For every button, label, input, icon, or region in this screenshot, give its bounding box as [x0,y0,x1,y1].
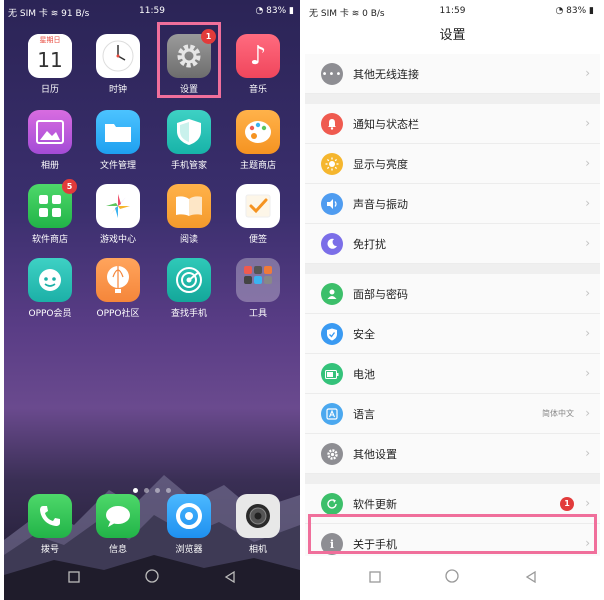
setting-face-password[interactable]: 面部与密码 › [305,274,600,314]
clock-icon [96,34,140,78]
home-screen: 无 SIM 卡 ≋ 91 B/s 11:59 ◔ 83% ▮ 星期日 11 日历… [4,0,300,600]
page-title: 设置 [439,28,466,43]
settings-list: ••• 其他无线连接 › 通知与状态栏 › 显示与亮度 › 声音与振动 › 免打… [305,54,600,564]
phone-icon [28,494,72,538]
store-badge: 5 [62,179,77,194]
more-dots-icon: ••• [321,63,343,85]
face-lock-icon [321,283,343,305]
app-photos[interactable]: 相册 [18,110,82,182]
browser-icon [167,494,211,538]
checkmark-note-icon [236,184,280,228]
app-file-manager[interactable]: 文件管理 [86,110,150,182]
app-clock[interactable]: 时钟 [86,34,150,106]
speaker-icon [321,193,343,215]
update-badge: 1 [560,497,574,511]
app-reading[interactable]: 阅读 [157,184,221,256]
app-calendar[interactable]: 星期日 11 日历 [18,34,82,106]
message-icon [96,494,140,538]
app-oppo-member[interactable]: OPPO会员 [18,258,82,330]
app-theme-store[interactable]: 主题商店 [226,110,290,182]
language-value: 简体中文 [542,409,574,418]
group-divider [305,264,600,274]
battery-text: 83% [566,6,587,16]
back-button[interactable] [525,568,537,587]
update-icon [321,493,343,515]
gear-icon [321,443,343,465]
chevron-right-icon: › [585,406,590,420]
page-dot [144,488,149,493]
recent-apps-button[interactable] [68,568,80,587]
chevron-right-icon: › [585,366,590,380]
palette-icon [236,110,280,154]
battery-text: 83% [266,6,287,16]
app-software-store[interactable]: 5 软件商店 [18,179,82,256]
status-bar: 无 SIM 卡 ≋ 91 B/s 11:59 ◔ 83% ▮ [4,0,300,24]
app-store-icon: 5 [28,179,77,228]
setting-security[interactable]: 安全 › [305,314,600,354]
app-game-center[interactable]: 游戏中心 [86,184,150,256]
setting-notification[interactable]: 通知与状态栏 › [305,104,600,144]
moon-icon [321,233,343,255]
calendar-icon: 星期日 11 [28,34,72,78]
book-icon [167,184,211,228]
group-divider [305,94,600,104]
shield-check-icon [321,323,343,345]
chevron-right-icon: › [585,446,590,460]
nav-bar [305,556,600,596]
back-button[interactable] [224,568,236,587]
photo-album-icon [28,110,72,154]
about-phone-highlight-box [308,514,597,554]
shield-icon [167,110,211,154]
chevron-right-icon: › [585,156,590,170]
folder-tools-icon [236,258,280,302]
status-bar: 无 SIM 卡 ≋ 0 B/s 11:59 ◔ 83% ▮ [305,0,600,24]
game-center-icon [96,184,140,228]
home-button[interactable] [145,568,159,587]
chevron-right-icon: › [585,326,590,340]
app-find-phone[interactable]: 查找手机 [157,258,221,330]
folder-icon [96,110,140,154]
radar-icon [167,258,211,302]
group-divider [305,474,600,484]
oppo-member-icon [28,258,72,302]
app-tools-folder[interactable]: 工具 [226,258,290,330]
app-music[interactable]: ♪ 音乐 [226,34,290,106]
battery-icon [321,363,343,385]
app-notes[interactable]: 便签 [226,184,290,256]
music-note-icon: ♪ [236,34,280,78]
setting-other-settings[interactable]: 其他设置 › [305,434,600,474]
home-button[interactable] [445,568,459,587]
app-oppo-community[interactable]: OPPO社区 [86,258,150,330]
recent-apps-button[interactable] [369,568,381,587]
chevron-right-icon: › [585,66,590,80]
app-phone-manager[interactable]: 手机管家 [157,110,221,182]
settings-screen: 无 SIM 卡 ≋ 0 B/s 11:59 ◔ 83% ▮ 设置 ••• 其他无… [305,0,600,600]
setting-battery[interactable]: 电池 › [305,354,600,394]
camera-icon [236,494,280,538]
page-dot [166,488,171,493]
chevron-right-icon: › [585,286,590,300]
chevron-right-icon: › [585,196,590,210]
page-dot [155,488,160,493]
notification-icon [321,113,343,135]
balloon-icon [96,258,140,302]
chevron-right-icon: › [585,236,590,250]
sun-icon [321,153,343,175]
language-icon [321,403,343,425]
setting-other-wireless[interactable]: ••• 其他无线连接 › [305,54,600,94]
setting-sound[interactable]: 声音与振动 › [305,184,600,224]
settings-highlight-box [157,22,221,98]
chevron-right-icon: › [585,116,590,130]
setting-display[interactable]: 显示与亮度 › [305,144,600,184]
chevron-right-icon: › [585,496,590,510]
setting-language[interactable]: 语言 简体中文 › [305,394,600,434]
setting-do-not-disturb[interactable]: 免打扰 › [305,224,600,264]
page-dot [133,488,138,493]
nav-bar [4,556,300,596]
